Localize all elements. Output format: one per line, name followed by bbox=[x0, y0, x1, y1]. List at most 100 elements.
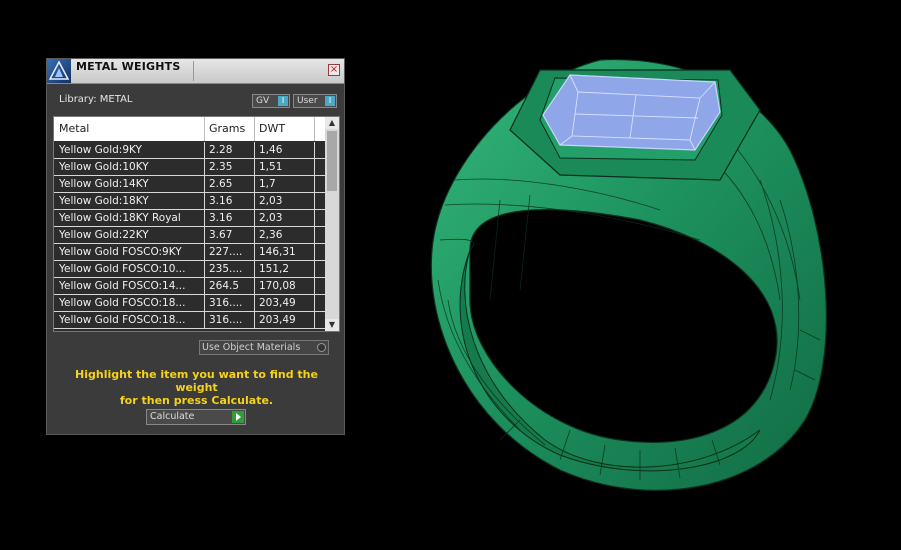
cell-divider bbox=[314, 244, 315, 260]
user-toggle[interactable]: User I bbox=[293, 94, 337, 108]
cell-divider bbox=[254, 227, 255, 243]
metal-cell: Yellow Gold:18KY bbox=[59, 195, 149, 207]
calculate-button-label: Calculate bbox=[150, 411, 195, 422]
dwt-cell: 170,08 bbox=[259, 280, 296, 292]
header-divider bbox=[314, 117, 315, 141]
cell-divider bbox=[314, 227, 315, 243]
table-row[interactable]: Yellow Gold FOSCO:9KY 227.... 146,31 bbox=[54, 244, 326, 261]
use-object-materials-option[interactable]: Use Object Materials bbox=[199, 340, 329, 355]
table-row[interactable]: Yellow Gold FOSCO:14... 264.5 170,08 bbox=[54, 278, 326, 295]
cell-divider bbox=[254, 159, 255, 175]
cell-divider bbox=[314, 210, 315, 226]
table-row[interactable]: Yellow Gold:22KY 3.67 2,36 bbox=[54, 227, 326, 244]
metal-weights-panel: METAL WEIGHTS × Library: METAL GV I User… bbox=[46, 58, 345, 435]
grams-cell: 3.67 bbox=[209, 229, 233, 241]
cell-divider bbox=[254, 278, 255, 294]
cell-divider bbox=[314, 278, 315, 294]
column-header-dwt[interactable]: DWT bbox=[259, 122, 314, 135]
panel-title: METAL WEIGHTS bbox=[76, 60, 181, 73]
cell-divider bbox=[254, 142, 255, 158]
cell-divider bbox=[314, 159, 315, 175]
dwt-cell: 1,51 bbox=[259, 161, 283, 173]
table-row[interactable]: Yellow Gold FOSCO:18... 316.... 203,49 bbox=[54, 295, 326, 312]
instruction-line-2: for then press Calculate. bbox=[119, 394, 274, 407]
column-header-grams[interactable]: Grams bbox=[209, 122, 253, 135]
cell-divider bbox=[204, 193, 205, 209]
cell-divider bbox=[314, 295, 315, 311]
grams-cell: 316.... bbox=[209, 314, 243, 326]
dwt-cell: 203,49 bbox=[259, 314, 296, 326]
metal-table: Metal Grams DWT Yellow Gold:9KY 2.28 1,46 Y… bbox=[53, 116, 340, 332]
panel-titlebar[interactable]: METAL WEIGHTS × bbox=[47, 59, 344, 84]
table-row[interactable]: Yellow Gold:18KY 3.16 2,03 bbox=[54, 193, 326, 210]
table-header: Metal Grams DWT bbox=[54, 117, 326, 141]
cell-divider bbox=[254, 193, 255, 209]
cell-divider bbox=[204, 312, 205, 328]
table-row[interactable]: Yellow Gold:9KY 2.28 1,46 bbox=[54, 142, 326, 159]
dwt-cell: 151,2 bbox=[259, 263, 290, 275]
cell-divider bbox=[254, 210, 255, 226]
dwt-cell: 1,7 bbox=[259, 178, 276, 190]
table-row[interactable]: Yellow Gold:10KY 2.35 1,51 bbox=[54, 159, 326, 176]
cell-divider bbox=[254, 312, 255, 328]
metal-cell: Yellow Gold:9KY bbox=[59, 144, 142, 156]
play-arrow-icon[interactable] bbox=[232, 411, 244, 423]
dwt-cell: 2,03 bbox=[259, 212, 283, 224]
metal-cell: Yellow Gold:18KY Royal bbox=[59, 212, 181, 224]
header-divider bbox=[254, 117, 255, 141]
scroll-thumb[interactable] bbox=[327, 131, 337, 191]
metal-cell: Yellow Gold FOSCO:9KY bbox=[59, 246, 182, 258]
metal-cell: Yellow Gold:10KY bbox=[59, 161, 149, 173]
grams-cell: 2.65 bbox=[209, 178, 233, 190]
grams-cell: 264.5 bbox=[209, 280, 240, 292]
table-scrollbar[interactable]: ▲ ▼ bbox=[325, 117, 339, 331]
dwt-cell: 2,03 bbox=[259, 195, 283, 207]
cell-divider bbox=[204, 244, 205, 260]
radio-icon[interactable] bbox=[317, 343, 326, 352]
table-body: Yellow Gold:9KY 2.28 1,46 Yellow Gold:10KY 2… bbox=[54, 142, 326, 329]
cell-divider bbox=[204, 159, 205, 175]
user-toggle-switch-icon[interactable]: I bbox=[325, 96, 335, 106]
cell-divider bbox=[204, 142, 205, 158]
grams-cell: 2.28 bbox=[209, 144, 233, 156]
metal-cell: Yellow Gold FOSCO:18... bbox=[59, 297, 186, 309]
table-row[interactable]: Yellow Gold:18KY Royal 3.16 2,03 bbox=[54, 210, 326, 227]
cell-divider bbox=[254, 244, 255, 260]
cell-divider bbox=[314, 142, 315, 158]
gv-toggle-label: GV bbox=[256, 96, 270, 106]
table-row[interactable]: Yellow Gold FOSCO:18... 316.... 203,49 bbox=[54, 312, 326, 329]
cell-divider bbox=[254, 295, 255, 311]
app-logo-icon bbox=[47, 59, 71, 83]
scroll-up-icon[interactable]: ▲ bbox=[325, 117, 339, 129]
close-button[interactable]: × bbox=[328, 64, 340, 76]
cell-divider bbox=[314, 176, 315, 192]
dwt-cell: 203,49 bbox=[259, 297, 296, 309]
use-object-materials-label: Use Object Materials bbox=[202, 342, 301, 353]
gv-toggle[interactable]: GV I bbox=[252, 94, 290, 108]
metal-cell: Yellow Gold:22KY bbox=[59, 229, 149, 241]
table-row[interactable]: Yellow Gold:14KY 2.65 1,7 bbox=[54, 176, 326, 193]
cell-divider bbox=[254, 261, 255, 277]
metal-cell: Yellow Gold FOSCO:14... bbox=[59, 280, 186, 292]
cell-divider bbox=[204, 261, 205, 277]
column-header-metal[interactable]: Metal bbox=[59, 122, 204, 135]
library-label: Library: METAL bbox=[59, 94, 133, 105]
grams-cell: 3.16 bbox=[209, 212, 233, 224]
calculate-button[interactable]: Calculate bbox=[146, 409, 246, 425]
cell-divider bbox=[314, 261, 315, 277]
cell-divider bbox=[204, 176, 205, 192]
cell-divider bbox=[204, 227, 205, 243]
instruction-line-1: Highlight the item you want to find the … bbox=[75, 368, 318, 394]
dwt-cell: 146,31 bbox=[259, 246, 296, 258]
cell-divider bbox=[254, 176, 255, 192]
cell-divider bbox=[204, 278, 205, 294]
grams-cell: 235.... bbox=[209, 263, 243, 275]
gv-toggle-switch-icon[interactable]: I bbox=[278, 96, 288, 106]
scroll-down-icon[interactable]: ▼ bbox=[325, 319, 339, 331]
metal-cell: Yellow Gold FOSCO:10... bbox=[59, 263, 186, 275]
table-row[interactable]: Yellow Gold FOSCO:10... 235.... 151,2 bbox=[54, 261, 326, 278]
grams-cell: 2.35 bbox=[209, 161, 233, 173]
grams-cell: 227.... bbox=[209, 246, 243, 258]
cell-divider bbox=[204, 295, 205, 311]
dwt-cell: 1,46 bbox=[259, 144, 283, 156]
